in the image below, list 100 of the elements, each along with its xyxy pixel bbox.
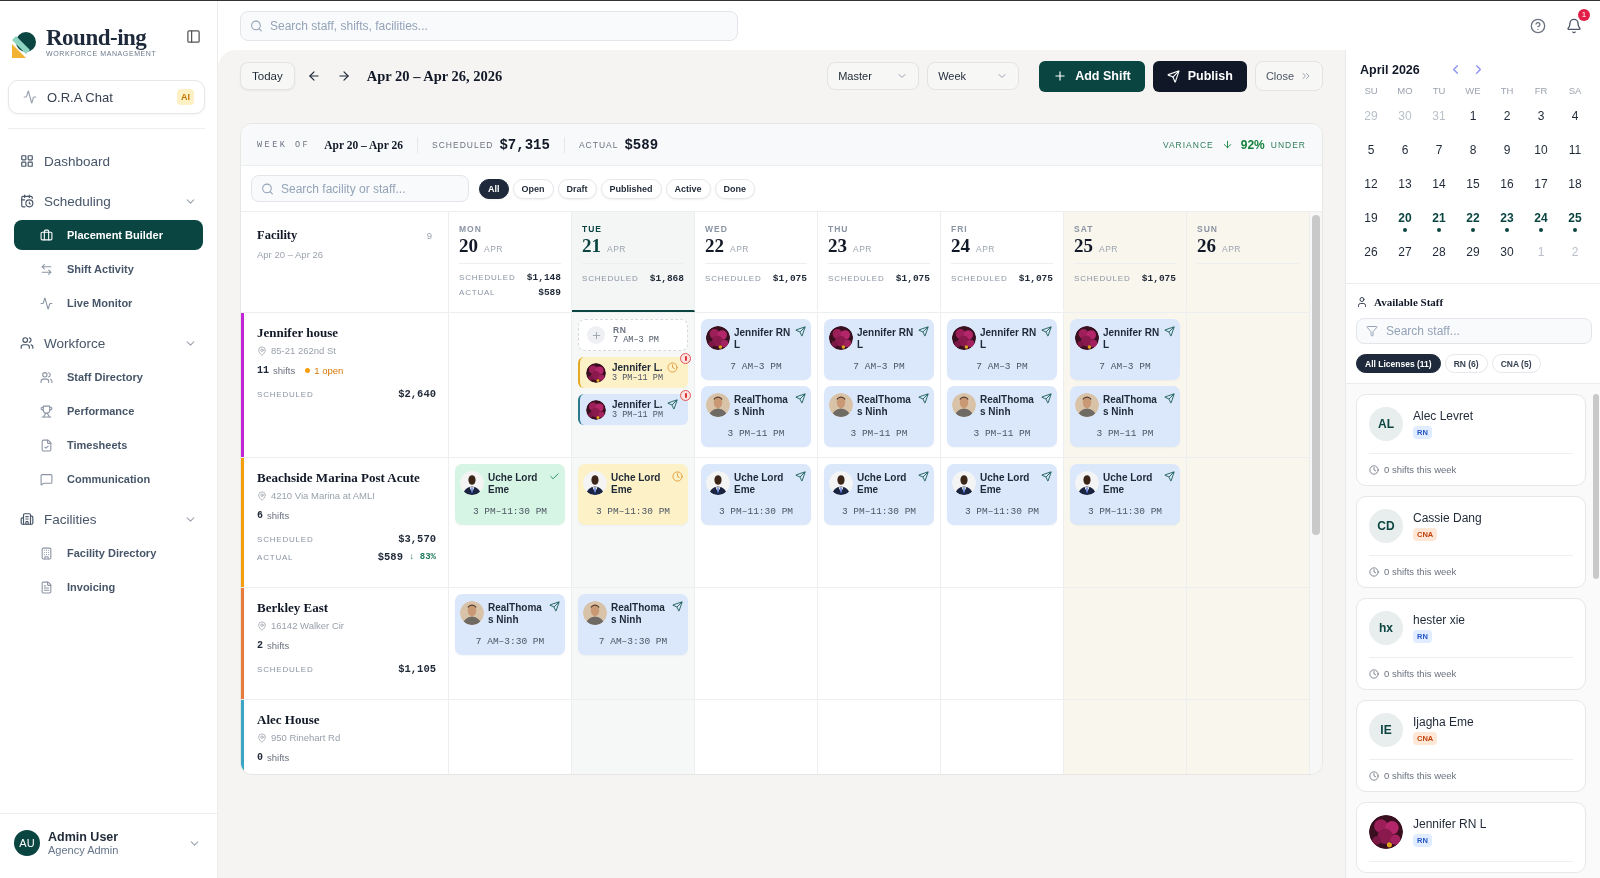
nav-item[interactable]: Timesheets <box>14 430 203 460</box>
shift-card[interactable]: Jennifer RN L 7 AM–3 PM <box>947 319 1057 380</box>
nav-section[interactable]: Workforce <box>14 327 203 359</box>
facility-name[interactable]: Jennifer house <box>257 325 338 341</box>
shift-card[interactable]: Uche Lord Eme 3 PM–11:30 PM <box>824 464 934 525</box>
calendar-day[interactable]: 13 <box>1388 171 1422 205</box>
license-filter-chip[interactable]: CNA (5) <box>1491 354 1541 373</box>
calendar-day[interactable]: 24 <box>1524 205 1558 239</box>
calendar-day[interactable]: 2 <box>1490 103 1524 137</box>
shift-time: 3 PM–11:30 PM <box>472 506 548 517</box>
calendar-day[interactable]: 25 <box>1558 205 1592 239</box>
license-filter-chip[interactable]: RN (6) <box>1444 354 1488 373</box>
filter-chip[interactable]: All <box>479 178 509 199</box>
calendar-day[interactable]: 11 <box>1558 137 1592 171</box>
publish-button[interactable]: Publish <box>1152 60 1247 92</box>
calendar-day[interactable]: 4 <box>1558 103 1592 137</box>
calendar-day[interactable]: 16 <box>1490 171 1524 205</box>
open-shift-slot[interactable]: RN 7 AM–3 PM <box>578 319 688 351</box>
shift-card[interactable]: Jennifer RN L 7 AM–3 PM <box>701 319 811 380</box>
nav-section[interactable]: Facilities <box>14 503 203 535</box>
schedule-cell[interactable]: Uche Lord Eme 3 PM–11:30 PM <box>572 458 695 587</box>
filter-chip[interactable]: Open <box>512 178 554 199</box>
nav-item[interactable]: Performance <box>14 396 203 426</box>
calendar-day[interactable]: 12 <box>1354 171 1388 205</box>
nav-item[interactable]: Live Monitor <box>14 288 203 318</box>
schedule-cell[interactable]: RN 7 AM–3 PM Jennifer L. 3 PM–11 PM Jennifer L. 3 PM–11 PM <box>572 313 695 457</box>
schedule-cell[interactable] <box>1064 700 1187 774</box>
facility-name[interactable]: Berkley East <box>257 600 329 616</box>
schedule-cell[interactable] <box>572 700 695 774</box>
calendar-day[interactable]: 8 <box>1456 137 1490 171</box>
shift-card[interactable]: Jennifer RN L 7 AM–3 PM <box>824 319 934 380</box>
calendar-day[interactable]: 6 <box>1388 137 1422 171</box>
shift-card[interactable]: Uche Lord Eme 3 PM–11:30 PM <box>701 464 811 525</box>
schedule-cell[interactable]: Uche Lord Eme 3 PM–11:30 PM <box>1064 458 1187 587</box>
calendar-day[interactable]: 17 <box>1524 171 1558 205</box>
filter-chip[interactable]: Done <box>714 178 756 199</box>
filter-chip[interactable]: Draft <box>557 178 597 199</box>
shift-card[interactable]: RealThomas Ninh 3 PM–11 PM <box>701 386 811 447</box>
chat-button[interactable]: O.R.A Chat AI <box>8 80 205 114</box>
view-dropdown[interactable]: Week <box>927 62 1020 90</box>
calendar-day[interactable]: 19 <box>1354 205 1388 239</box>
today-button[interactable]: Today <box>240 62 295 90</box>
day-header[interactable]: SUN 26 APR <box>1187 212 1310 312</box>
calendar-day[interactable]: 20 <box>1388 205 1422 239</box>
summary-value: 92% <box>1240 137 1265 152</box>
calendar-day[interactable]: 27 <box>1388 239 1422 273</box>
shift-card[interactable]: RealThomas Ninh 7 AM–3:30 PM <box>578 594 688 655</box>
calendar-day[interactable]: 23 <box>1490 205 1524 239</box>
calendar-day[interactable]: 29 <box>1456 239 1490 273</box>
nav-item[interactable]: Facility Directory <box>14 538 203 568</box>
calendar-day[interactable]: 14 <box>1422 171 1456 205</box>
nav-section[interactable]: Scheduling <box>14 185 203 217</box>
filter-chip[interactable]: Active <box>665 178 711 199</box>
calendar-day[interactable]: 21 <box>1422 205 1456 239</box>
schedule-cell[interactable]: RealThomas Ninh 7 AM–3:30 PM <box>572 588 695 699</box>
nav-item[interactable]: Dashboard <box>14 145 203 177</box>
nav-item[interactable]: Staff Directory <box>14 362 203 392</box>
shift-card[interactable]: Uche Lord Eme 3 PM–11:30 PM <box>455 464 565 525</box>
calendar-day[interactable]: 3 <box>1524 103 1558 137</box>
shift-card[interactable]: RealThomas Ninh 3 PM–11 PM <box>824 386 934 447</box>
shift-count-label: shifts <box>267 640 290 651</box>
calendar-day[interactable]: 1 <box>1456 103 1490 137</box>
search-field[interactable]: Search staff... <box>1356 318 1592 344</box>
calendar-day[interactable]: 18 <box>1558 171 1592 205</box>
day-header[interactable]: SAT 25 APR SCHEDULED $1,075 <box>1064 212 1187 312</box>
stat-value: $1,075 <box>895 272 930 284</box>
shift-card[interactable]: Uche Lord Eme 3 PM–11:30 PM <box>578 464 688 525</box>
calendar-day[interactable]: 22 <box>1456 205 1490 239</box>
building-icon <box>40 546 53 560</box>
day-header[interactable]: TUE 21 APR SCHEDULED $1,868 <box>572 212 695 312</box>
search-field[interactable]: Search staff, shifts, facilities... <box>240 10 738 41</box>
calendar-day[interactable]: 28 <box>1422 239 1456 273</box>
calendar-day[interactable]: 9 <box>1490 137 1524 171</box>
close-button[interactable]: Close <box>1254 61 1323 91</box>
shift-card[interactable]: RealThomas Ninh 7 AM–3:30 PM <box>455 594 565 655</box>
shift-card[interactable]: Uche Lord Eme 3 PM–11:30 PM <box>1070 464 1180 525</box>
add-shift-button[interactable]: Add Shift <box>1039 60 1145 92</box>
scrollbar[interactable] <box>1310 212 1322 774</box>
filter-chip[interactable]: Published <box>600 178 662 199</box>
license-filter-chip[interactable]: All Licenses (11) <box>1356 354 1441 373</box>
calendar-day[interactable]: 5 <box>1354 137 1388 171</box>
nav-item[interactable]: Placement Builder <box>14 220 203 250</box>
shift-card[interactable]: Jennifer RN L 7 AM–3 PM <box>1070 319 1180 380</box>
calendar-day[interactable]: 26 <box>1354 239 1388 273</box>
nav-item[interactable]: Shift Activity <box>14 254 203 284</box>
facility-name[interactable]: Alec House <box>257 712 320 728</box>
calendar-day[interactable]: 30 <box>1490 239 1524 273</box>
shift-card[interactable]: RealThomas Ninh 3 PM–11 PM <box>947 386 1057 447</box>
nav-item[interactable]: Communication <box>14 464 203 494</box>
calendar-day[interactable]: 7 <box>1422 137 1456 171</box>
search-field[interactable]: Search facility or staff... <box>251 175 469 202</box>
view-dropdown[interactable]: Master <box>827 62 920 90</box>
sidebar-toggle-button[interactable] <box>184 27 203 46</box>
shift-card[interactable]: RealThomas Ninh 3 PM–11 PM <box>1070 386 1180 447</box>
calendar-day[interactable]: 10 <box>1524 137 1558 171</box>
calendar-day[interactable]: 15 <box>1456 171 1490 205</box>
schedule-cell[interactable]: Jennifer RN L 7 AM–3 PM RealThomas Ninh 3 PM–11 PM <box>1064 313 1187 457</box>
facility-name[interactable]: Beachside Marina Post Acute <box>257 470 420 486</box>
shift-card[interactable]: Uche Lord Eme 3 PM–11:30 PM <box>947 464 1057 525</box>
nav-item[interactable]: Invoicing <box>14 572 203 602</box>
